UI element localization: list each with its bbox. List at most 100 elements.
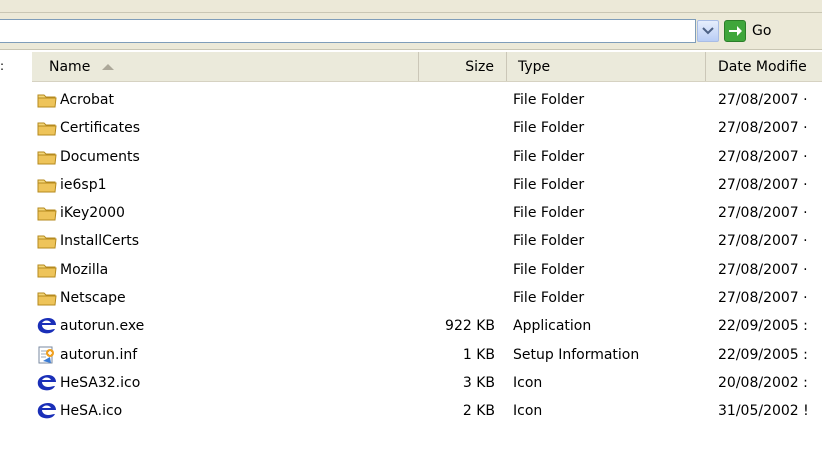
file-type: Icon	[513, 403, 543, 420]
application-e-icon	[36, 316, 58, 336]
toolbar-strip	[0, 0, 822, 13]
column-header-name[interactable]: Name	[32, 52, 419, 81]
column-header-size-label: Size	[465, 58, 494, 75]
file-row[interactable]: HeSA.ico 2 KB Icon 31/05/2002 !	[32, 397, 822, 425]
address-input[interactable]	[0, 19, 696, 43]
e-logo-icon	[36, 401, 58, 421]
file-name-cell[interactable]: HeSA32.ico	[36, 369, 416, 397]
file-date-modified: 22/09/2005 :	[718, 346, 808, 363]
file-size: 922 KB	[445, 318, 495, 335]
file-name-cell[interactable]: Documents	[36, 143, 416, 171]
file-row[interactable]: Certificates File Folder 27/08/2007 ·	[32, 114, 822, 142]
go-arrow-icon	[724, 20, 746, 42]
file-name: Netscape	[60, 290, 126, 307]
file-row[interactable]: HeSA32.ico 3 KB Icon 20/08/2002 :	[32, 369, 822, 397]
file-size	[419, 256, 495, 284]
chevron-down-icon	[702, 27, 714, 35]
go-label: Go	[752, 23, 772, 39]
file-size	[419, 143, 495, 171]
file-row[interactable]: ie6sp1 File Folder 27/08/2007 ·	[32, 171, 822, 199]
file-type: File Folder	[513, 92, 585, 108]
file-row[interactable]: Netscape File Folder 27/08/2007 ·	[32, 284, 822, 312]
file-date-modified: 22/09/2005 :	[718, 318, 808, 335]
file-date-modified: 27/08/2007 ·	[718, 148, 808, 165]
file-type: Icon	[513, 374, 543, 391]
file-name-cell[interactable]: iKey2000	[36, 199, 416, 227]
file-date-modified: 27/08/2007 ·	[718, 233, 808, 250]
file-type: File Folder	[513, 290, 585, 307]
file-name: Documents	[60, 148, 140, 165]
column-header-date-label: Date Modifie	[718, 58, 807, 75]
file-name: HeSA32.ico	[60, 374, 141, 391]
file-type: File Folder	[513, 233, 585, 250]
folder-icon	[36, 231, 58, 251]
file-name-cell[interactable]: ie6sp1	[36, 171, 416, 199]
column-header-type[interactable]: Type	[507, 52, 706, 81]
column-header-size[interactable]: Size	[419, 52, 507, 81]
folder-icon	[36, 203, 58, 223]
file-date-modified: 27/08/2007 ·	[718, 120, 808, 137]
file-name: ie6sp1	[60, 176, 107, 193]
file-size	[419, 171, 495, 199]
file-name-cell[interactable]: Netscape	[36, 284, 416, 312]
file-type: File Folder	[513, 148, 585, 165]
file-size	[419, 114, 495, 142]
file-type: Setup Information	[513, 346, 640, 363]
file-name: autorun.inf	[60, 346, 138, 363]
file-name: autorun.exe	[60, 318, 145, 335]
file-size: 1 KB	[462, 346, 495, 363]
folder-icon	[36, 90, 58, 110]
file-name: Certificates	[60, 120, 141, 137]
file-type: File Folder	[513, 205, 585, 222]
file-date-modified: 27/08/2007 ·	[718, 205, 808, 222]
address-bar: Go	[0, 13, 822, 50]
file-type: File Folder	[513, 120, 585, 137]
setup-info-icon	[36, 345, 58, 365]
folder-icon	[36, 118, 58, 138]
file-date-modified: 31/05/2002 !	[718, 403, 809, 420]
folder-icon	[36, 175, 58, 195]
folder-icon	[36, 288, 58, 308]
file-row[interactable]: iKey2000 File Folder 27/08/2007 ·	[32, 199, 822, 227]
go-button[interactable]: Go	[724, 19, 771, 43]
folder-icon	[36, 260, 58, 280]
file-row[interactable]: Mozilla File Folder 27/08/2007 ·	[32, 256, 822, 284]
column-header-date-modified[interactable]: Date Modifie	[706, 52, 822, 81]
file-date-modified: 27/08/2007 ·	[718, 290, 808, 307]
file-row[interactable]: InstallCerts File Folder 27/08/2007 ·	[32, 227, 822, 255]
file-row[interactable]: autorun.inf 1 KB Setup Information 22/09/20…	[32, 341, 822, 369]
column-header-name-label: Name	[49, 58, 91, 75]
column-header-bar: Name Size Type Date Modifie	[32, 52, 822, 82]
file-size	[419, 86, 495, 114]
file-type: File Folder	[513, 261, 585, 278]
address-dropdown-button[interactable]	[697, 20, 719, 42]
e-logo-icon	[36, 373, 58, 393]
file-size: 2 KB	[462, 403, 495, 420]
file-name: Mozilla	[60, 261, 109, 278]
file-date-modified: 27/08/2007 ·	[718, 176, 808, 193]
file-type: File Folder	[513, 176, 585, 193]
file-name: InstallCerts	[60, 233, 140, 250]
file-date-modified: 27/08/2007 ·	[718, 92, 808, 108]
file-name-cell[interactable]: Acrobat	[36, 86, 416, 114]
file-list: Acrobat File Folder 27/08/2007 · Certificat…	[32, 86, 822, 426]
file-name-cell[interactable]: autorun.inf	[36, 341, 416, 369]
sort-ascending-icon	[102, 63, 115, 70]
column-header-type-label: Type	[518, 58, 551, 75]
folder-icon	[36, 147, 58, 167]
file-size	[419, 227, 495, 255]
file-name-cell[interactable]: Mozilla	[36, 256, 416, 284]
file-name: Acrobat	[60, 92, 114, 108]
file-size: 3 KB	[462, 374, 495, 391]
file-name: iKey2000	[60, 205, 125, 222]
file-name: HeSA.ico	[60, 403, 123, 420]
file-row[interactable]: Documents File Folder 27/08/2007 ·	[32, 143, 822, 171]
left-edge-glyph: :	[0, 59, 5, 73]
file-row[interactable]: Acrobat File Folder 27/08/2007 ·	[32, 86, 822, 114]
file-name-cell[interactable]: autorun.exe	[36, 312, 416, 340]
file-name-cell[interactable]: Certificates	[36, 114, 416, 142]
file-name-cell[interactable]: HeSA.ico	[36, 397, 416, 425]
file-type: Application	[513, 318, 592, 335]
file-name-cell[interactable]: InstallCerts	[36, 227, 416, 255]
file-row[interactable]: autorun.exe 922 KB Application 22/09/2005 :	[32, 312, 822, 340]
